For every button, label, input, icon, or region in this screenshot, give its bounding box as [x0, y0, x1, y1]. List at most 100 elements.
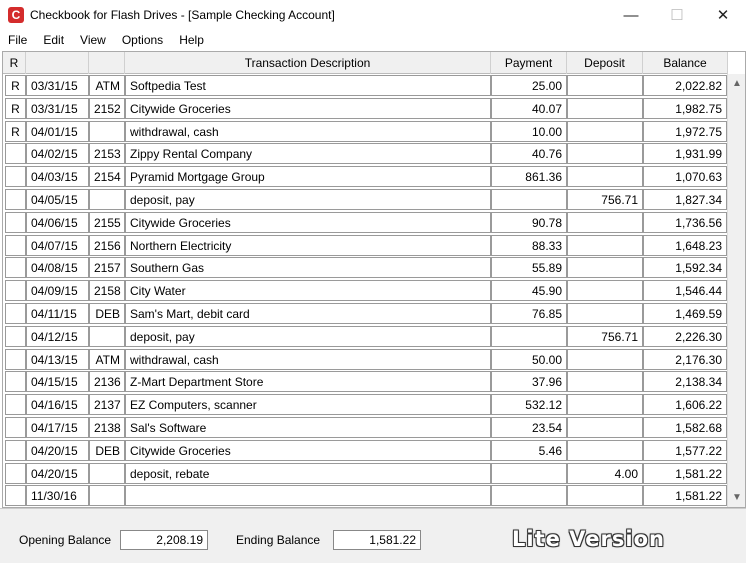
check-number-cell[interactable]: 2155 [89, 211, 125, 233]
reconciled-cell[interactable] [5, 417, 26, 438]
description-cell[interactable]: Pyramid Mortgage Group [125, 166, 491, 188]
description-cell[interactable]: Northern Electricity [125, 234, 491, 256]
date-cell[interactable]: 04/03/15 [26, 166, 89, 188]
date-cell[interactable]: 03/31/15 [26, 75, 89, 96]
date-cell[interactable]: 11/30/16 [26, 485, 89, 507]
header-check[interactable] [89, 52, 125, 74]
check-number-cell[interactable] [89, 120, 125, 142]
deposit-cell[interactable] [567, 439, 643, 461]
deposit-cell[interactable] [567, 166, 643, 188]
deposit-cell[interactable] [567, 120, 643, 142]
reconciled-cell[interactable] [5, 348, 26, 370]
check-number-cell[interactable]: DEB [89, 303, 125, 324]
deposit-cell[interactable] [567, 371, 643, 393]
description-cell[interactable]: EZ Computers, scanner [125, 394, 491, 416]
payment-cell[interactable]: 861.36 [491, 166, 567, 188]
reconciled-cell[interactable] [5, 439, 26, 461]
description-cell[interactable]: Zippy Rental Company [125, 143, 491, 165]
date-cell[interactable]: 04/20/15 [26, 462, 89, 484]
payment-cell[interactable] [491, 189, 567, 210]
balance-cell[interactable]: 1,972.75 [643, 120, 727, 142]
payment-cell[interactable]: 532.12 [491, 394, 567, 416]
balance-cell[interactable]: 1,469.59 [643, 303, 727, 324]
menu-file[interactable]: File [0, 33, 35, 47]
reconciled-cell[interactable] [5, 303, 26, 324]
date-cell[interactable]: 04/05/15 [26, 189, 89, 210]
payment-cell[interactable]: 5.46 [491, 439, 567, 461]
date-cell[interactable]: 04/12/15 [26, 325, 89, 347]
description-cell[interactable]: withdrawal, cash [125, 348, 491, 370]
check-number-cell[interactable] [89, 462, 125, 484]
table-row[interactable]: 04/15/15 2136 Z-Mart Department Store 37.96… [3, 370, 728, 393]
deposit-cell[interactable]: 756.71 [567, 325, 643, 347]
table-row[interactable]: R 04/01/15 withdrawal, cash 10.00 1,972.75 [3, 120, 728, 143]
check-number-cell[interactable]: 2158 [89, 280, 125, 302]
reconciled-cell[interactable] [5, 257, 26, 279]
reconciled-cell[interactable] [5, 143, 26, 165]
description-cell[interactable]: Citywide Groceries [125, 439, 491, 461]
date-cell[interactable]: 04/07/15 [26, 234, 89, 256]
check-number-cell[interactable] [89, 189, 125, 210]
payment-cell[interactable]: 55.89 [491, 257, 567, 279]
description-cell[interactable]: Citywide Groceries [125, 97, 491, 119]
table-row[interactable]: 04/02/15 2153 Zippy Rental Company 40.76 1,9… [3, 142, 728, 165]
check-number-cell[interactable]: 2138 [89, 417, 125, 438]
table-row[interactable]: 04/05/15 deposit, pay 756.71 1,827.34 [3, 188, 728, 211]
deposit-cell[interactable] [567, 417, 643, 438]
minimize-button[interactable]: — [608, 0, 654, 30]
payment-cell[interactable]: 37.96 [491, 371, 567, 393]
reconciled-cell[interactable]: R [5, 97, 26, 119]
balance-cell[interactable]: 1,070.63 [643, 166, 727, 188]
header-balance[interactable]: Balance [643, 52, 728, 74]
table-row[interactable]: 04/20/15 deposit, rebate 4.00 1,581.22 [3, 462, 728, 485]
header-payment[interactable]: Payment [491, 52, 567, 74]
table-row[interactable]: 11/30/16 1,581.22 [3, 484, 728, 507]
date-cell[interactable]: 03/31/15 [26, 97, 89, 119]
check-number-cell[interactable]: DEB [89, 439, 125, 461]
header-description[interactable]: Transaction Description [125, 52, 491, 74]
date-cell[interactable]: 04/20/15 [26, 439, 89, 461]
balance-cell[interactable]: 2,022.82 [643, 75, 727, 96]
balance-cell[interactable]: 1,982.75 [643, 97, 727, 119]
balance-cell[interactable]: 1,736.56 [643, 211, 727, 233]
table-row[interactable]: 04/09/15 2158 City Water 45.90 1,546.44 [3, 279, 728, 302]
table-row[interactable]: 04/20/15 DEB Citywide Groceries 5.46 1,577.2… [3, 439, 728, 462]
date-cell[interactable]: 04/09/15 [26, 280, 89, 302]
scroll-down-icon[interactable]: ▼ [728, 490, 745, 506]
check-number-cell[interactable]: 2152 [89, 97, 125, 119]
deposit-cell[interactable]: 4.00 [567, 462, 643, 484]
balance-cell[interactable]: 1,592.34 [643, 257, 727, 279]
description-cell[interactable]: City Water [125, 280, 491, 302]
reconciled-cell[interactable] [5, 280, 26, 302]
reconciled-cell[interactable] [5, 485, 26, 507]
check-number-cell[interactable]: 2136 [89, 371, 125, 393]
description-cell[interactable]: Sam's Mart, debit card [125, 303, 491, 324]
menu-view[interactable]: View [72, 33, 114, 47]
close-button[interactable]: ✕ [700, 0, 746, 30]
description-cell[interactable]: Sal's Software [125, 417, 491, 438]
balance-cell[interactable]: 1,648.23 [643, 234, 727, 256]
reconciled-cell[interactable]: R [5, 120, 26, 142]
check-number-cell[interactable]: 2156 [89, 234, 125, 256]
reconciled-cell[interactable] [5, 371, 26, 393]
deposit-cell[interactable]: 756.71 [567, 189, 643, 210]
table-row[interactable]: 04/16/15 2137 EZ Computers, scanner 532.12 1… [3, 393, 728, 416]
date-cell[interactable]: 04/01/15 [26, 120, 89, 142]
menu-edit[interactable]: Edit [35, 33, 72, 47]
table-row[interactable]: 04/17/15 2138 Sal's Software 23.54 1,582.68 [3, 416, 728, 439]
balance-cell[interactable]: 1,581.22 [643, 462, 727, 484]
check-number-cell[interactable]: ATM [89, 348, 125, 370]
balance-cell[interactable]: 1,582.68 [643, 417, 727, 438]
check-number-cell[interactable]: 2153 [89, 143, 125, 165]
deposit-cell[interactable] [567, 211, 643, 233]
balance-cell[interactable]: 1,581.22 [643, 485, 727, 507]
deposit-cell[interactable] [567, 303, 643, 324]
balance-cell[interactable]: 2,226.30 [643, 325, 727, 347]
description-cell[interactable]: deposit, rebate [125, 462, 491, 484]
payment-cell[interactable]: 25.00 [491, 75, 567, 96]
deposit-cell[interactable] [567, 348, 643, 370]
balance-cell[interactable]: 1,931.99 [643, 143, 727, 165]
deposit-cell[interactable] [567, 394, 643, 416]
reconciled-cell[interactable] [5, 189, 26, 210]
check-number-cell[interactable]: 2137 [89, 394, 125, 416]
